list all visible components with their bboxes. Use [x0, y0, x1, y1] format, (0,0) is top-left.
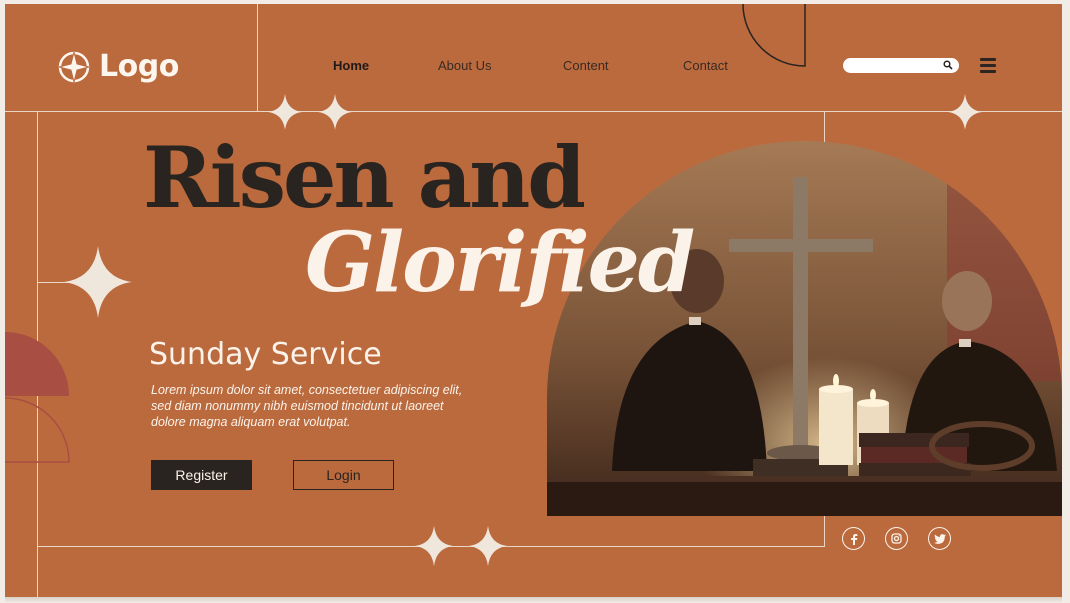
sparkle-icon	[64, 246, 132, 318]
hero-photo	[547, 141, 1062, 516]
page-shadow	[5, 597, 1062, 603]
sparkle-icon	[948, 94, 982, 130]
sparkle-icon	[268, 94, 302, 130]
logo[interactable]: Logo	[57, 49, 179, 84]
headline-line2: Glorified	[305, 215, 695, 311]
star-badge-icon	[58, 51, 90, 82]
quarter-circle-decoration	[5, 332, 70, 463]
logo-text: Logo	[99, 49, 179, 84]
nav-home[interactable]: Home	[333, 58, 369, 73]
description-text: Lorem ipsum dolor sit amet, consectetuer…	[151, 383, 463, 429]
nav-content[interactable]: Content	[563, 58, 609, 73]
hamburger-menu-icon[interactable]	[980, 58, 996, 73]
search-icon[interactable]	[943, 60, 953, 70]
twitter-icon[interactable]	[928, 527, 951, 550]
headline-line1: Risen and	[143, 128, 586, 227]
search-input[interactable]	[843, 58, 959, 73]
sparkle-icon	[318, 94, 352, 130]
landing-page: Logo Home About Us Content Contact Risen…	[5, 4, 1062, 597]
divider-line	[5, 111, 1062, 112]
facebook-icon[interactable]	[842, 527, 865, 550]
login-button[interactable]: Login	[293, 460, 394, 490]
nav-contact[interactable]: Contact	[683, 58, 728, 73]
nav-about-us[interactable]: About Us	[438, 58, 491, 73]
register-button[interactable]: Register	[151, 460, 252, 490]
sparkle-icon	[469, 525, 507, 567]
instagram-icon[interactable]	[885, 527, 908, 550]
arc-decoration	[742, 4, 806, 67]
sparkle-icon	[415, 525, 453, 567]
divider-line	[257, 4, 258, 111]
section-subtitle: Sunday Service	[149, 337, 382, 372]
